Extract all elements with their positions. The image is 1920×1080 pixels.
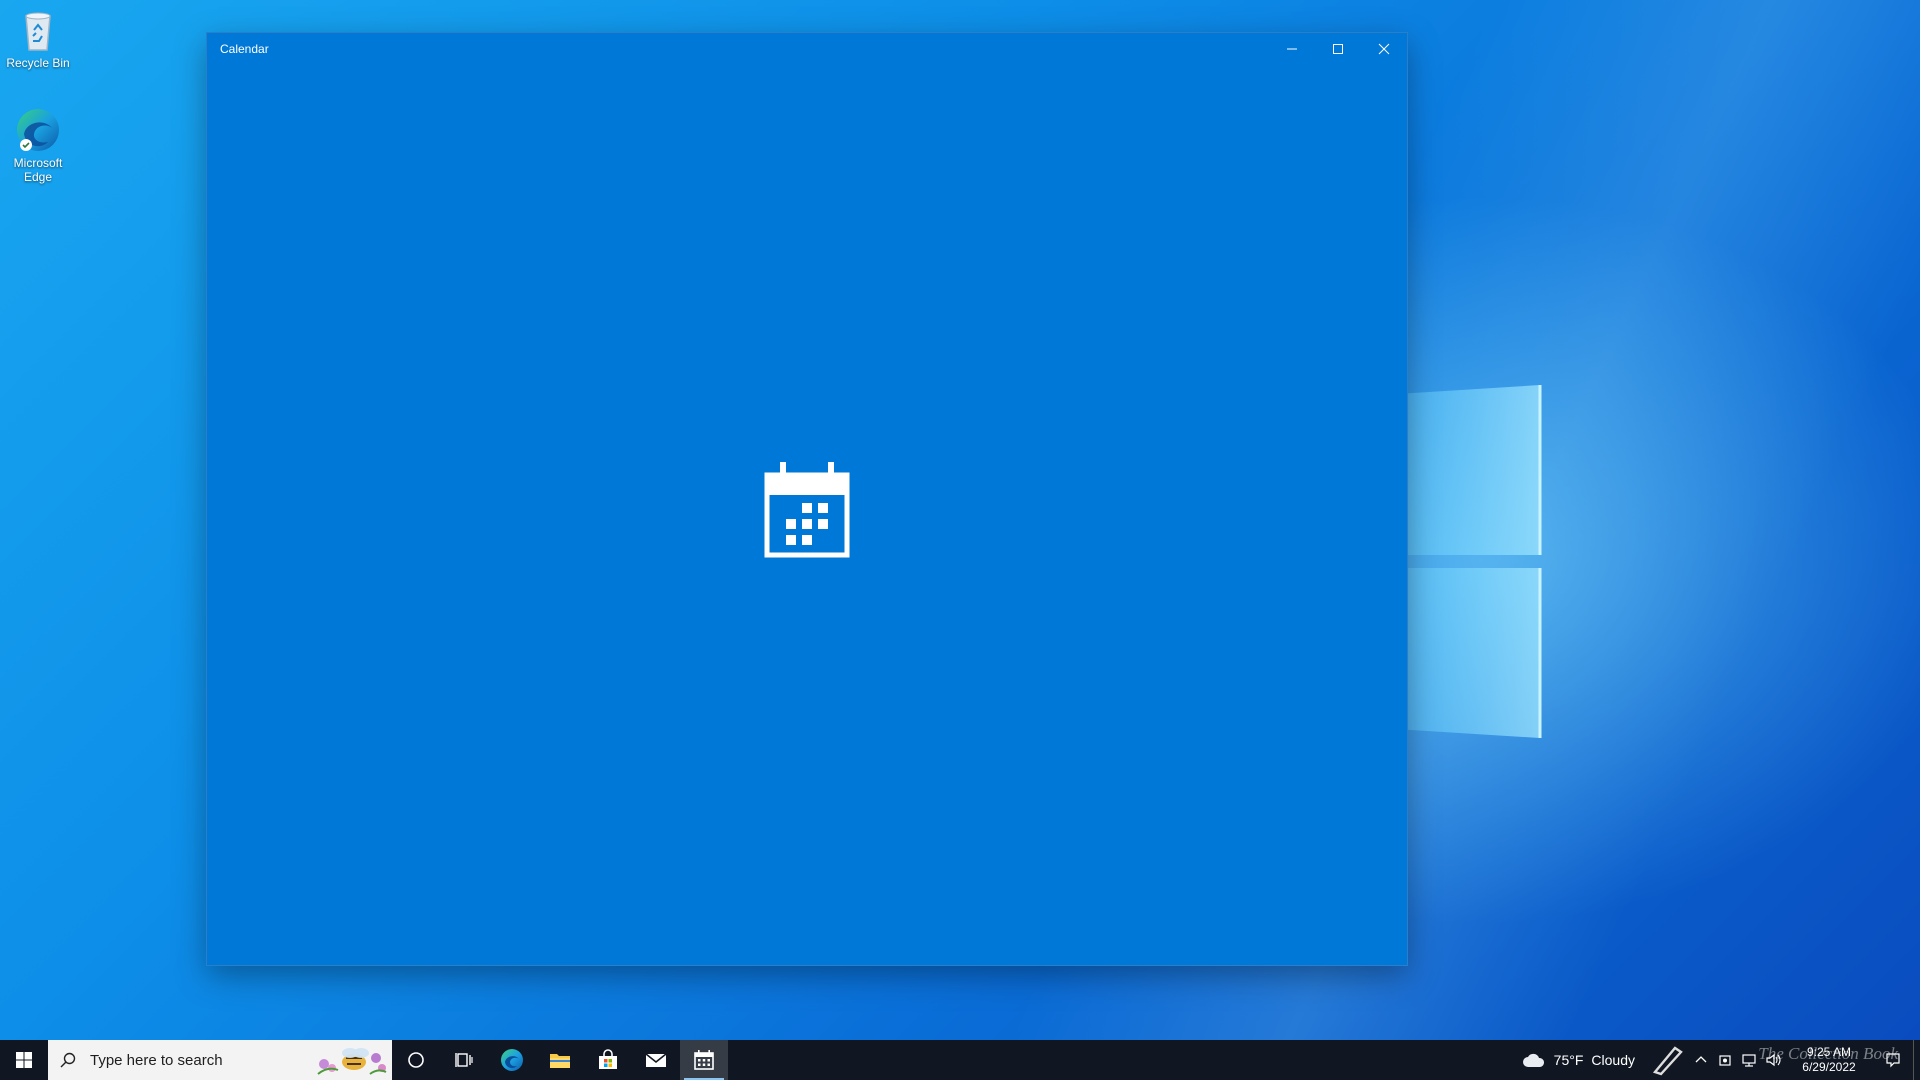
close-button[interactable] — [1361, 33, 1407, 65]
window-title: Calendar — [220, 42, 269, 56]
windows-logo-wallpaper — [1380, 340, 1560, 740]
weather-temperature: 75°F — [1553, 1052, 1584, 1068]
desktop-icon-recycle-bin[interactable]: Recycle Bin — [2, 6, 74, 70]
taskbar-edge-button[interactable] — [488, 1040, 536, 1080]
watermark-text: The Collection Book — [1758, 1044, 1898, 1063]
edge-icon — [14, 106, 62, 154]
calendar-icon — [694, 1050, 714, 1070]
minimize-icon — [1287, 48, 1297, 50]
desktop-icon-edge[interactable]: Microsoft Edge — [2, 106, 74, 184]
pen-workspace-icon[interactable] — [1645, 1040, 1689, 1080]
calendar-icon — [764, 459, 850, 559]
taskbar-mail-button[interactable] — [632, 1040, 680, 1080]
windows-start-icon — [16, 1052, 32, 1068]
task-view-button[interactable] — [440, 1040, 488, 1080]
search-highlight-illustration-icon[interactable] — [314, 1046, 390, 1076]
maximize-button[interactable] — [1315, 33, 1361, 65]
folder-icon — [550, 1054, 570, 1068]
security-icon[interactable] — [1713, 1040, 1737, 1080]
show-hidden-icons-chevron-icon[interactable] — [1689, 1040, 1713, 1080]
recycle-bin-icon — [14, 6, 62, 54]
store-bag-icon — [599, 1049, 617, 1069]
cortana-button[interactable] — [392, 1040, 440, 1080]
cortana-circle-icon — [408, 1052, 424, 1068]
minimize-button[interactable] — [1269, 33, 1315, 65]
desktop-icon-label: Microsoft Edge — [13, 156, 63, 184]
cloud-icon — [1522, 1053, 1544, 1067]
search-input[interactable] — [88, 1050, 312, 1070]
task-view-icon — [455, 1053, 473, 1067]
taskbar-file-explorer-button[interactable] — [536, 1040, 584, 1080]
taskbar: 75°F Cloudy 9:25 AM 6/29/2022 — [0, 1040, 1920, 1080]
title-bar[interactable]: Calendar — [207, 33, 1407, 65]
edge-icon — [501, 1049, 523, 1071]
desktop-icon-label: Recycle Bin — [6, 56, 70, 70]
mail-icon — [645, 1053, 667, 1067]
taskbar-calendar-button[interactable] — [680, 1040, 728, 1080]
search-icon — [60, 1052, 76, 1068]
start-button[interactable] — [0, 1040, 48, 1080]
weather-widget[interactable]: 75°F Cloudy — [1512, 1052, 1645, 1068]
calendar-window: Calendar — [207, 33, 1407, 965]
close-icon — [1378, 43, 1390, 55]
maximize-icon — [1333, 44, 1343, 54]
taskbar-search-box[interactable] — [48, 1040, 392, 1080]
show-desktop-button[interactable] — [1913, 1040, 1920, 1080]
taskbar-store-button[interactable] — [584, 1040, 632, 1080]
weather-condition: Cloudy — [1591, 1052, 1635, 1068]
